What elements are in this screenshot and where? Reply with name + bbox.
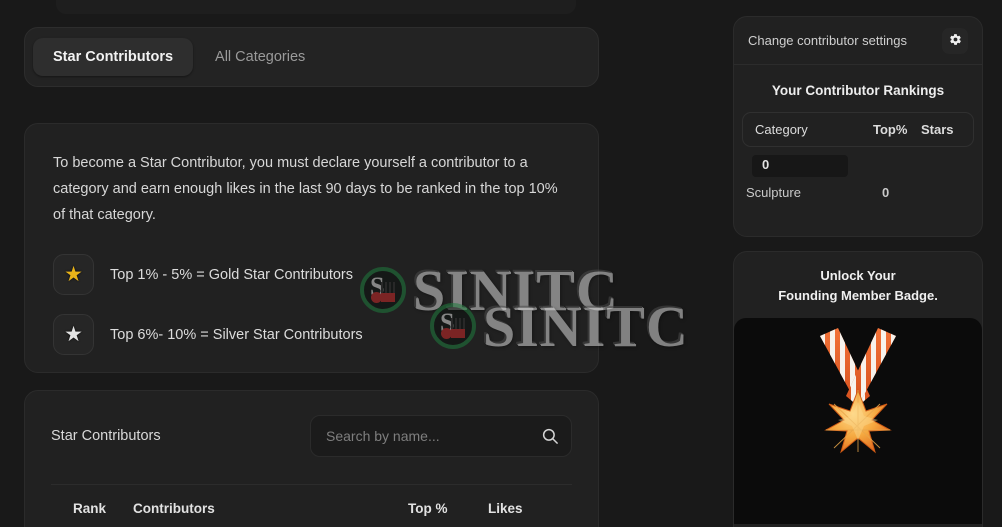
silver-star-icon-box: ★ (53, 314, 94, 355)
rankings-cell-category: Sculpture (746, 184, 801, 200)
contributor-settings-card: Change contributor settings Your Contrib… (733, 16, 983, 237)
rankings-title: Your Contributor Rankings (771, 83, 945, 98)
settings-label: Change contributor settings (748, 33, 907, 48)
rankings-column-category: Category (755, 122, 808, 137)
tab-all-categories[interactable]: All Categories (195, 38, 325, 76)
search-field-wrapper (310, 415, 572, 457)
contributors-title: Star Contributors (51, 428, 161, 444)
legend-label-gold: Top 1% - 5% = Gold Star Contributors (110, 266, 353, 283)
loading-row-value: 0 (762, 157, 770, 172)
rankings-loading-row: 0 (734, 155, 982, 177)
star-contributors-card: Star Contributors Rank Contributors Top … (24, 390, 599, 527)
rankings-row: Sculpture 0 (734, 177, 982, 207)
gold-star-icon: ★ (64, 263, 83, 286)
column-header-contributors: Contributors (133, 501, 215, 516)
rankings-table-header: Category Top% Stars (742, 112, 974, 147)
column-header-rank: Rank (73, 501, 107, 516)
founding-member-badge-card[interactable]: Unlock Your Founding Member Badge. (733, 251, 983, 527)
silver-star-icon: ★ (64, 323, 83, 346)
badge-image-panel (734, 318, 982, 524)
legend-label-silver: Top 6%- 10% = Silver Star Contributors (110, 326, 363, 343)
star-contributor-info-card: To become a Star Contributor, you must d… (24, 123, 599, 373)
clipped-panel-above (56, 0, 576, 14)
star-tier-legend: ★ Top 1% - 5% = Gold Star Contributors ★… (53, 254, 570, 355)
badge-heading-line2: Founding Member Badge. (778, 288, 938, 303)
legend-row-silver: ★ Top 6%- 10% = Silver Star Contributors (53, 314, 570, 355)
contributors-table-header: Rank Contributors Top % Likes (51, 484, 572, 516)
info-paragraph: To become a Star Contributor, you must d… (53, 155, 558, 223)
rankings-cell-top: 0 (882, 184, 890, 200)
search-input[interactable] (310, 415, 572, 457)
badge-heading-line1: Unlock Your (820, 268, 896, 283)
rankings-column-top: Top% (873, 122, 908, 137)
legend-row-gold: ★ Top 1% - 5% = Gold Star Contributors (53, 254, 570, 295)
app-root: Star Contributors All Categories To beco… (0, 0, 1002, 527)
column-header-top-percent: Top % (408, 501, 448, 516)
rankings-column-stars: Stars (921, 122, 954, 137)
contributors-header: Star Contributors (51, 415, 572, 457)
main-content-column: Star Contributors All Categories To beco… (0, 0, 624, 527)
tab-bar: Star Contributors All Categories (24, 27, 599, 87)
settings-gear-button[interactable] (942, 27, 968, 54)
gold-star-icon-box: ★ (53, 254, 94, 295)
column-header-likes: Likes (488, 501, 523, 516)
tab-star-contributors[interactable]: Star Contributors (33, 38, 194, 76)
gear-icon (949, 33, 962, 49)
change-contributor-settings-row[interactable]: Change contributor settings (734, 17, 982, 65)
founding-member-medal-icon (796, 322, 920, 454)
right-sidebar: Change contributor settings Your Contrib… (733, 0, 983, 527)
